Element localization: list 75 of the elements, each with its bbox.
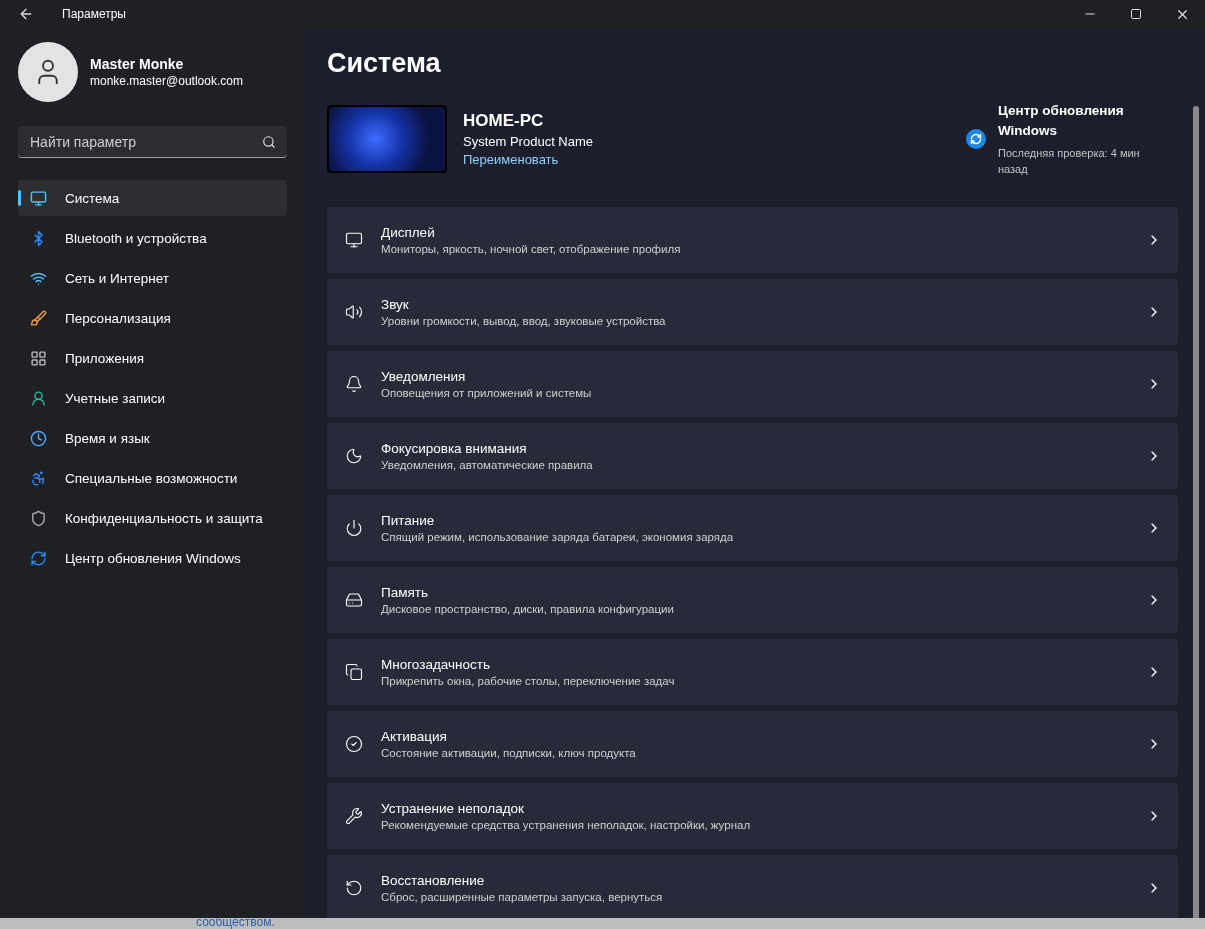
settings-card[interactable]: Уведомления Оповещения от приложений и системы	[327, 351, 1178, 417]
account-name: Master Monke	[90, 56, 185, 72]
card-title: Память	[381, 585, 430, 600]
brush-icon	[30, 309, 47, 327]
sidebar-item[interactable]: Центр обновления Windows	[18, 540, 287, 576]
apps-icon	[30, 349, 47, 367]
monitor-icon	[30, 189, 47, 207]
maximize-icon	[1130, 8, 1142, 20]
page-title: Система	[327, 48, 442, 79]
settings-card[interactable]: Звук Уровни громкости, вывод, ввод, звуковые устройства	[327, 279, 1178, 345]
search-field[interactable]: Найти параметр	[18, 126, 287, 158]
update-title[interactable]: Центр обновления Windows	[998, 101, 1156, 141]
card-title: Фокусировка внимания	[381, 441, 528, 456]
shield-icon	[30, 509, 47, 527]
settings-card[interactable]: Многозадачность Прикрепить окна, рабочие столы, переключение задач	[327, 639, 1178, 705]
card-title: Активация	[381, 729, 448, 744]
card-title: Восстановление	[381, 873, 486, 888]
speaker-icon	[345, 303, 363, 321]
card-subtitle: Уведомления, автоматические правила	[381, 459, 594, 471]
card-subtitle: Рекомендуемые средства устранения неполадок, настройки, журнал	[381, 819, 752, 831]
sidebar-item[interactable]: Учетные записи	[18, 380, 287, 416]
sidebar-item[interactable]: Специальные возможности	[18, 460, 287, 496]
settings-card[interactable]: Дисплей Мониторы, яркость, ночной свет, отображение профиля	[327, 207, 1178, 273]
sidebar-item[interactable]: Bluetooth и устройства	[18, 220, 287, 256]
account-email: monke.master@outlook.com	[90, 74, 243, 88]
card-title: Питание	[381, 513, 436, 528]
card-subtitle: Состояние активации, подписки, ключ продукта	[381, 747, 637, 759]
settings-card[interactable]: Активация Состояние активации, подписки, ключ продукта	[327, 711, 1178, 777]
card-subtitle: Оповещения от приложений и системы	[381, 387, 593, 399]
device-name: HOME-PC	[463, 111, 545, 131]
sidebar-item[interactable]: Персонализация	[18, 300, 287, 336]
card-title: Дисплей	[381, 225, 436, 240]
clock-icon	[30, 429, 47, 447]
card-subtitle: Спящий режим, использование заряда батареи, экономия заряда	[381, 531, 735, 543]
sidebar-item[interactable]: Сеть и Интернет	[18, 260, 287, 296]
power-icon	[345, 519, 363, 537]
settings-card[interactable]: Устранение неполадок Рекомендуемые средства устранения неполадок, настройки, журнал	[327, 783, 1178, 849]
check-circle-icon	[345, 735, 363, 753]
card-title: Уведомления	[381, 369, 467, 384]
refresh-icon	[30, 549, 47, 567]
settings-card[interactable]: Память Дисковое пространство, диски, правила конфигурации	[327, 567, 1178, 633]
sidebar-item[interactable]: Система	[18, 180, 287, 216]
card-title: Звук	[381, 297, 410, 312]
back-arrow-icon	[18, 6, 34, 22]
search-icon	[262, 135, 276, 149]
device-model: System Product Name	[463, 134, 594, 149]
monitor-icon	[345, 231, 363, 249]
card-subtitle: Мониторы, яркость, ночной свет, отображение профиля	[381, 243, 682, 255]
moon-icon	[345, 447, 363, 465]
drive-icon	[345, 591, 363, 609]
card-subtitle: Сброс, расширенные параметры запуска, вернуться	[381, 891, 664, 903]
refresh-icon	[966, 129, 986, 149]
windows-icon	[345, 663, 363, 681]
window-title: Параметры	[62, 7, 126, 21]
settings-card[interactable]: Питание Спящий режим, использование заряда батареи, экономия заряда	[327, 495, 1178, 561]
settings-card[interactable]: Восстановление Сброс, расширенные параметры запуска, вернуться	[327, 855, 1178, 918]
card-title: Многозадачность	[381, 657, 491, 672]
scrollbar[interactable]	[1193, 106, 1199, 918]
card-subtitle: Уровни громкости, вывод, ввод, звуковые устройства	[381, 315, 667, 327]
avatar	[18, 42, 78, 102]
sidebar-item[interactable]: Время и язык	[18, 420, 287, 456]
bell-icon	[345, 375, 363, 393]
card-title: Устранение неполадок	[381, 801, 525, 816]
restore-icon	[345, 879, 363, 897]
person-icon	[30, 389, 47, 407]
card-subtitle: Дисковое пространство, диски, правила конфигурации	[381, 603, 675, 615]
background-text: сообществом.	[196, 918, 276, 929]
update-status: Последняя проверка: 4 мин назад	[998, 146, 1141, 177]
accessibility-icon	[30, 469, 47, 487]
wrench-icon	[345, 807, 363, 825]
settings-card[interactable]: Фокусировка внимания Уведомления, автоматические правила	[327, 423, 1178, 489]
sidebar-item[interactable]: Конфиденциальность и защита	[18, 500, 287, 536]
rename-link[interactable]: Переименовать	[463, 152, 594, 167]
card-subtitle: Прикрепить окна, рабочие столы, переключение задач	[381, 675, 676, 687]
sidebar-item[interactable]: Приложения	[18, 340, 287, 376]
